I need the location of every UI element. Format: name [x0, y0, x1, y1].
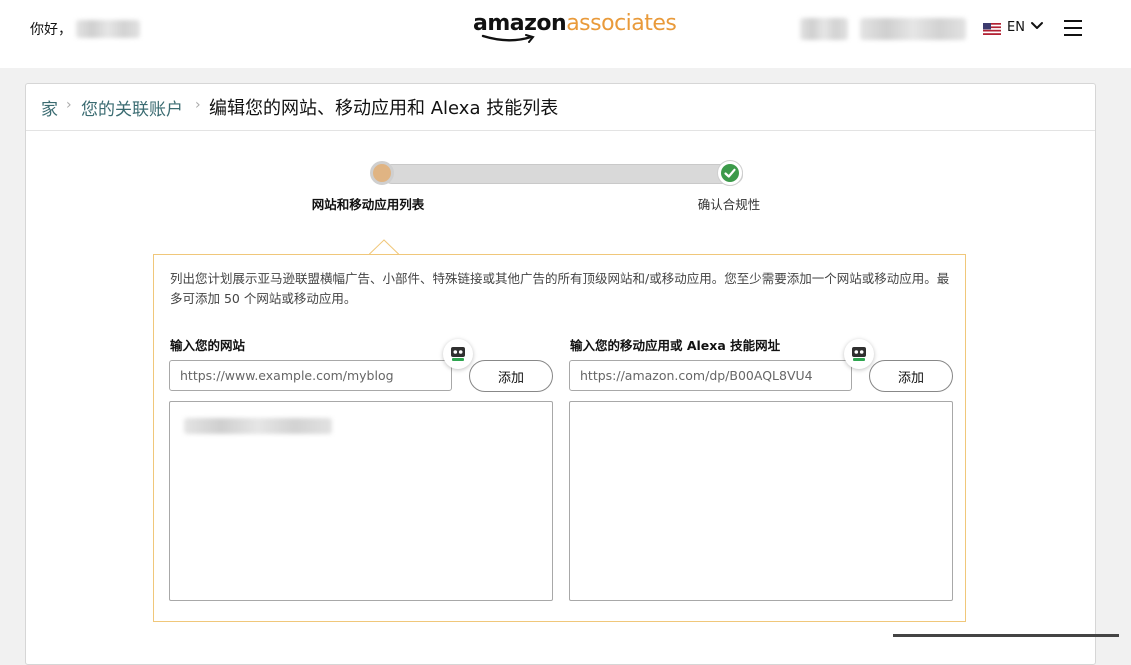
step-1-indicator [370, 161, 394, 185]
logo-part-amazon: amazon [473, 11, 567, 36]
panel-pointer-caret [369, 239, 399, 255]
website-list-box[interactable] [169, 401, 553, 601]
site-list-panel: 列出您计划展示亚马逊联盟横幅广告、小部件、特殊链接或其他广告的所有顶级网站和/或… [153, 254, 966, 622]
account-id-redacted [800, 18, 848, 40]
greeting: 你好， [30, 19, 140, 39]
app-input[interactable] [569, 360, 852, 391]
hamburger-menu-icon[interactable] [1062, 17, 1084, 39]
autofill-robot-icon[interactable] [844, 339, 874, 369]
language-selector[interactable]: EN [1007, 20, 1025, 35]
website-input[interactable] [169, 360, 452, 391]
amazon-associates-logo[interactable]: amazonassociates [473, 10, 677, 43]
step-1-label: 网站和移动应用列表 [311, 197, 425, 212]
breadcrumb-associates-account[interactable]: 您的关联账户 [81, 95, 183, 120]
amazon-smile-icon [481, 34, 535, 43]
main-card: 家 › 您的关联账户 › 编辑您的网站、移动应用和 Alexa 技能列表 网站和… [25, 83, 1096, 665]
chevron-down-icon[interactable] [1030, 19, 1044, 33]
logo-part-associates: associates [566, 11, 677, 36]
account-email-redacted [860, 18, 966, 40]
breadcrumb-current-page: 编辑您的网站、移动应用和 Alexa 技能列表 [209, 98, 559, 119]
breadcrumb: 家 › 您的关联账户 › 编辑您的网站、移动应用和 Alexa 技能列表 [26, 84, 1095, 131]
add-app-button[interactable]: 添加 [869, 360, 953, 392]
step-progress-bar [383, 164, 743, 184]
website-list-item-redacted [184, 418, 332, 434]
check-icon [724, 168, 736, 178]
website-field-label: 输入您的网站 [170, 338, 246, 353]
step-2-label: 确认合规性 [697, 197, 761, 212]
greeting-text: 你好， [30, 22, 72, 38]
app-list-box[interactable] [569, 401, 953, 601]
breadcrumb-home[interactable]: 家 [41, 95, 58, 120]
us-flag-icon[interactable] [983, 23, 1001, 35]
user-name-redacted [76, 19, 140, 38]
top-header: 你好， amazonassociates EN [0, 0, 1131, 68]
panel-description: 列出您计划展示亚马逊联盟横幅广告、小部件、特殊链接或其他广告的所有顶级网站和/或… [170, 271, 950, 306]
add-website-button[interactable]: 添加 [469, 360, 553, 392]
app-field-label: 输入您的移动应用或 Alexa 技能网址 [570, 338, 781, 353]
autofill-robot-icon[interactable] [443, 339, 473, 369]
step-2-indicator [717, 160, 743, 186]
breadcrumb-separator: › [195, 97, 201, 113]
breadcrumb-separator: › [66, 97, 72, 113]
